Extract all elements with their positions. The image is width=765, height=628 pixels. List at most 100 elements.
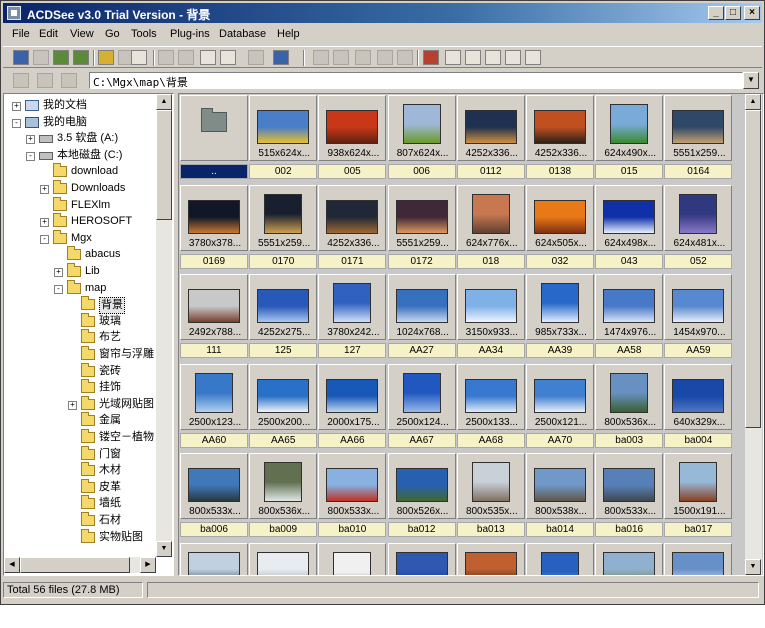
expand-icon[interactable]: +	[26, 135, 35, 145]
binoculars-icon[interactable]	[131, 50, 147, 65]
thumbnail-cell[interactable]: 800x533x... ba010	[318, 453, 387, 541]
thumbnail-cell[interactable]: 1024x768... AA27	[387, 274, 456, 362]
thumbnail-cell[interactable]: 2500x133... AA68	[456, 363, 525, 452]
thumbnail-cell[interactable]: 938x624x... 005	[318, 95, 387, 183]
menu-edit[interactable]: Edit	[39, 28, 58, 40]
move-icon[interactable]	[333, 50, 349, 65]
chevron-down-icon[interactable]: ▼	[743, 72, 759, 89]
thumbnail-cell[interactable]: 800x526x... ba012	[387, 453, 456, 541]
thumbnail-cell[interactable]	[180, 542, 248, 575]
tree-scroll-thumb[interactable]	[156, 110, 172, 220]
thumbnail-cell[interactable]: 3150x933... AA34	[456, 274, 525, 362]
close-button[interactable]: ×	[744, 6, 760, 20]
thumbnail-cell[interactable]: 800x533x... ba006	[180, 453, 248, 541]
tree-hscroll-thumb[interactable]	[20, 557, 130, 573]
thumbnail-cell[interactable]: 2500x124... AA67	[387, 363, 456, 452]
thumbnail-cell[interactable]	[387, 542, 456, 575]
view-icon[interactable]	[33, 50, 49, 65]
thumbnail-cell[interactable]	[595, 542, 664, 575]
thumbnail-cell[interactable]: 624x498x... 043	[595, 184, 664, 273]
copy-icon[interactable]	[313, 50, 329, 65]
camera-icon[interactable]	[220, 50, 236, 65]
scroll-left-button[interactable]: ◀	[4, 557, 20, 573]
scanner-icon[interactable]	[273, 50, 289, 65]
properties-icon[interactable]	[200, 50, 216, 65]
thumbnail-cell[interactable]: 807x624x... 006	[387, 95, 456, 183]
collapse-icon[interactable]: -	[54, 284, 63, 294]
thumbnail-cell[interactable]: 624x481x... 052	[664, 184, 733, 273]
thumbnails-icon[interactable]	[445, 50, 461, 65]
thumbnail-cell[interactable]: 3780x242... 127	[318, 274, 387, 362]
tools-icon[interactable]	[423, 50, 439, 65]
print-icon[interactable]	[248, 50, 264, 65]
delete-icon[interactable]	[355, 50, 371, 65]
back-icon[interactable]	[158, 50, 174, 65]
thumbnail-cell[interactable]: 624x776x... 018	[456, 184, 525, 273]
thumbnail-cell[interactable]: 800x535x... ba013	[456, 453, 525, 541]
full-screen-icon[interactable]	[53, 50, 69, 65]
browse-icon[interactable]	[13, 50, 29, 65]
expand-icon[interactable]: +	[40, 185, 49, 194]
rename-icon[interactable]	[377, 50, 393, 65]
menu-help[interactable]: Help	[277, 28, 300, 40]
thumbnail-cell[interactable]: 1474x976... AA58	[595, 274, 664, 362]
scroll-down-button[interactable]: ▼	[156, 541, 172, 557]
thumbnail-cell[interactable]: 800x538x... ba014	[526, 453, 594, 541]
thumbnail-cell[interactable]: 624x505x... 032	[526, 184, 594, 273]
forward-icon[interactable]	[178, 50, 194, 65]
thumbnail-cell[interactable]: 5551x259... 0172	[387, 184, 456, 273]
database-toggle-icon[interactable]	[61, 73, 77, 88]
thumbnail-cell[interactable]: 3780x378... 0169	[180, 184, 248, 273]
thumbnail-cell[interactable]: 985x733x... AA39	[526, 274, 594, 362]
thumbnail-cell[interactable]: 800x536x... ba003	[595, 363, 664, 452]
slideshow-icon[interactable]	[73, 50, 89, 65]
details-icon[interactable]	[505, 50, 521, 65]
tree-toggle-icon[interactable]	[13, 73, 29, 88]
collapse-icon[interactable]: -	[40, 234, 49, 244]
thumbnail-cell[interactable]: 4252x275... 125	[249, 274, 318, 362]
thumbnail-cell[interactable]: 2492x788... 111	[180, 274, 248, 362]
menu-database[interactable]: Database	[219, 28, 266, 40]
thumbnail-cell[interactable]	[664, 542, 733, 575]
thumbnail-cell[interactable]: 4252x336... 0171	[318, 184, 387, 273]
expand-icon[interactable]: +	[12, 102, 21, 111]
expand-icon[interactable]: +	[40, 218, 49, 228]
tree-horizontal-scrollbar[interactable]: ◀ ▶	[4, 557, 156, 573]
thumbnail-cell[interactable]	[456, 542, 525, 575]
thumbnail-cell[interactable]: 640x329x... ba004	[664, 363, 733, 452]
title-bar[interactable]: ACDSee v3.0 Trial Version - 背景 _ □ ×	[3, 3, 762, 23]
new-folder-icon[interactable]	[397, 50, 413, 65]
list-icon[interactable]	[485, 50, 501, 65]
small-icons-icon[interactable]	[525, 50, 541, 65]
browser-scroll-thumb[interactable]	[745, 110, 761, 428]
tree-vertical-scrollbar[interactable]: ▲ ▼	[156, 94, 172, 557]
thumbnail-cell[interactable]: 800x533x... ba016	[595, 453, 664, 541]
large-icons-icon[interactable]	[465, 50, 481, 65]
thumbnail-cell[interactable]: 4252x336... 0138	[526, 95, 594, 183]
minimize-button[interactable]: _	[708, 6, 724, 20]
scroll-up-button[interactable]: ▲	[156, 94, 172, 110]
thumbnail-cell[interactable]: 1500x191... ba017	[664, 453, 733, 541]
collapse-icon[interactable]: -	[12, 118, 21, 128]
menu-view[interactable]: View	[70, 28, 94, 40]
thumbnail-cell[interactable]: 800x536x... ba009	[249, 453, 318, 541]
thumbnail-cell[interactable]: 5551x259... 0170	[249, 184, 318, 273]
address-input[interactable]: C:\Mgx\map\背景	[89, 72, 743, 89]
scroll-down-button[interactable]: ▼	[745, 559, 761, 575]
scroll-up-button[interactable]: ▲	[745, 94, 761, 110]
expand-icon[interactable]: +	[54, 268, 63, 277]
thumbnail-cell[interactable]: ..	[180, 95, 248, 183]
expand-icon[interactable]: +	[68, 400, 77, 410]
thumbnail-cell[interactable]: 2500x200... AA65	[249, 363, 318, 452]
thumbnail-cell[interactable]	[526, 542, 594, 575]
thumbnail-cell[interactable]: 624x490x... 015	[595, 95, 664, 183]
menu-plugins[interactable]: Plug-ins	[170, 28, 210, 40]
scroll-right-button[interactable]: ▶	[140, 557, 156, 573]
browser-vertical-scrollbar[interactable]: ▲ ▼	[745, 94, 762, 575]
thumbnail-cell[interactable]: 4252x336... 0112	[456, 95, 525, 183]
thumbnail-cell[interactable]: 515x624x... 002	[249, 95, 318, 183]
thumbnail-cell[interactable]: 5551x259... 0164	[664, 95, 733, 183]
menu-go[interactable]: Go	[105, 28, 120, 40]
preview-toggle-icon[interactable]	[37, 73, 53, 88]
thumbnail-cell[interactable]	[318, 542, 387, 575]
